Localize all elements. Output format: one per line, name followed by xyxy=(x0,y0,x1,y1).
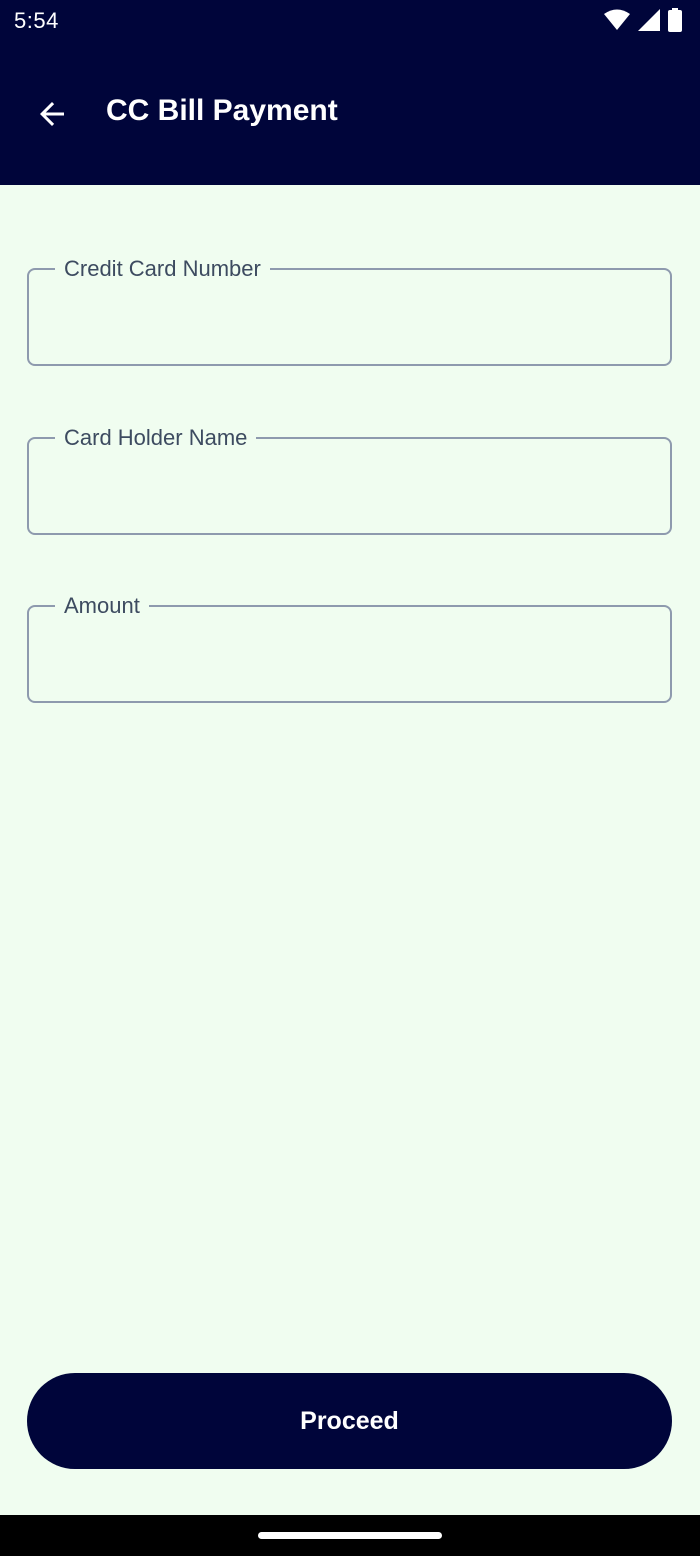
amount-input[interactable] xyxy=(47,631,651,681)
amount-label: Amount xyxy=(55,593,149,619)
amount-field[interactable]: Amount xyxy=(27,593,672,703)
app-bar: CC Bill Payment xyxy=(0,44,700,185)
status-time: 5:54 xyxy=(14,8,59,33)
credit-card-number-field[interactable]: Credit Card Number xyxy=(27,256,672,366)
arrow-back-icon xyxy=(34,96,70,137)
home-indicator[interactable] xyxy=(258,1532,442,1539)
wifi-icon xyxy=(604,9,630,36)
credit-card-number-label: Credit Card Number xyxy=(55,256,270,282)
cell-signal-icon xyxy=(638,9,660,36)
payment-form: Credit Card Number Card Holder Name Amou… xyxy=(0,185,700,1515)
card-holder-name-input[interactable] xyxy=(47,463,651,513)
system-nav-bar xyxy=(0,1515,700,1556)
card-holder-name-label: Card Holder Name xyxy=(55,425,257,451)
proceed-button[interactable]: Proceed xyxy=(27,1373,672,1469)
page-title: CC Bill Payment xyxy=(106,94,338,127)
status-icons xyxy=(604,8,682,37)
back-button[interactable] xyxy=(24,88,80,144)
credit-card-number-input[interactable] xyxy=(47,294,651,344)
card-holder-name-field[interactable]: Card Holder Name xyxy=(27,425,672,535)
status-bar: 5:54 xyxy=(0,0,700,44)
battery-icon xyxy=(668,8,682,37)
